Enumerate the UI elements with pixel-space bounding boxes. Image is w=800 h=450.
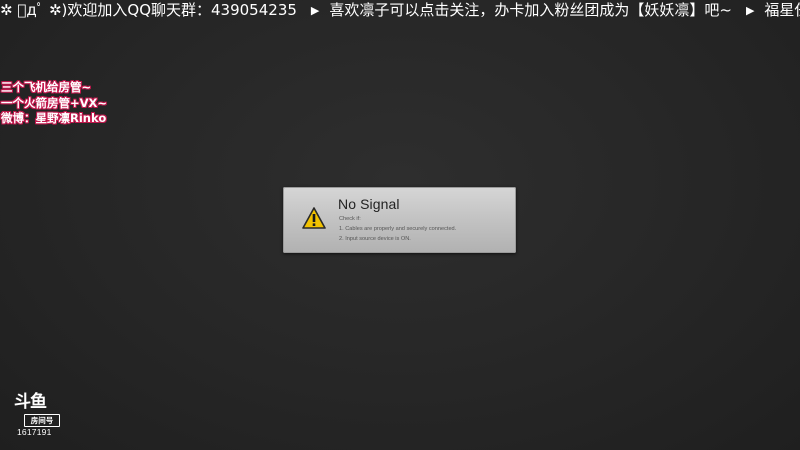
douyu-brand-text: 斗鱼 <box>14 392 47 412</box>
stream-frame: ✲ ﾟдﾟ ✲)欢迎加入QQ聊天群：439054235 ▶ 喜欢凛子可以点击关注，办… <box>0 0 800 450</box>
dialog-check-item-cables: 1. Cables are properly and securely conn… <box>339 226 457 232</box>
marquee-item-qq-group: ✲ ﾟдﾟ ✲)欢迎加入QQ聊天群：439054235 <box>0 1 297 19</box>
dialog-check-label: Check if: <box>339 216 361 222</box>
marquee-item-follow: 喜欢凛子可以点击关注，办卡加入粉丝团成为【妖妖凛】吧~ <box>329 1 732 19</box>
streamer-notes: 三个飞机给房管~ 一个火箭房管+VX~ 微博：星野凛Rinko <box>1 80 141 127</box>
note-line-planes: 三个飞机给房管~ <box>1 80 92 94</box>
scrolling-marquee: ✲ ﾟдﾟ ✲)欢迎加入QQ聊天群：439054235 ▶ 喜欢凛子可以点击关注，办… <box>0 0 800 22</box>
warning-icon <box>302 207 326 229</box>
dialog-title: No Signal <box>338 196 400 212</box>
note-line-weibo: 微博：星野凛Rinko <box>1 111 107 125</box>
room-number-label: 房间号 <box>24 414 60 427</box>
no-signal-dialog: No Signal Check if: 1. Cables are proper… <box>283 187 516 253</box>
marquee-item-partial: 福星任 <box>764 1 800 19</box>
play-arrow-icon: ▶ <box>310 4 320 17</box>
play-arrow-icon: ▶ <box>745 4 755 17</box>
room-id: 1617191 <box>17 427 52 437</box>
note-line-rocket: 一个火箭房管+VX~ <box>1 95 108 110</box>
dialog-check-item-source: 2. Input source device is ON. <box>339 236 411 242</box>
douyu-logo: 斗鱼 房间号 1617191 <box>12 393 60 437</box>
